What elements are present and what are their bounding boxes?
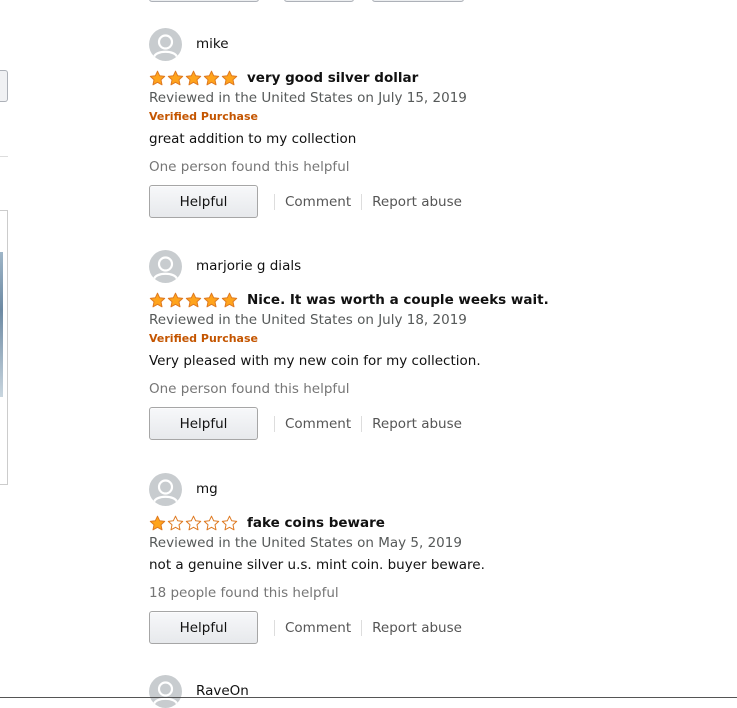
helpful-count: One person found this helpful xyxy=(149,159,350,175)
comment-link[interactable]: Comment xyxy=(275,416,361,432)
top-partial-button-3[interactable] xyxy=(372,0,464,2)
report-abuse-link[interactable]: Report abuse xyxy=(362,194,472,210)
verified-purchase-badge: Verified Purchase xyxy=(149,110,258,123)
review: mike very good silver dollar Reviewed in… xyxy=(149,27,709,218)
review-date: Reviewed in the United States on July 18… xyxy=(149,312,467,328)
reviewer-profile[interactable]: mike xyxy=(149,27,709,61)
star-filled-icon xyxy=(221,292,238,308)
star-empty-icon xyxy=(167,515,184,531)
avatar-icon xyxy=(149,472,182,506)
review-date: Reviewed in the United States on May 5, … xyxy=(149,535,462,551)
review: mg fake coins beware Reviewed in the Uni… xyxy=(149,472,709,644)
reviewer-name: mike xyxy=(196,36,229,52)
star-empty-icon xyxy=(203,515,220,531)
helpful-count: One person found this helpful xyxy=(149,381,350,397)
star-filled-icon xyxy=(203,292,220,308)
review-body: great addition to my collection xyxy=(149,131,357,147)
review-body: not a genuine silver u.s. mint coin. buy… xyxy=(149,557,485,573)
avatar-icon xyxy=(149,674,182,708)
top-partial-button-1[interactable] xyxy=(149,0,259,2)
helpful-button[interactable]: Helpful xyxy=(149,185,258,218)
left-product-image xyxy=(0,252,3,397)
review: RaveOn xyxy=(149,674,709,708)
comment-link[interactable]: Comment xyxy=(275,194,361,210)
review: marjorie g dials Nice. It was worth a co… xyxy=(149,249,709,440)
verified-purchase-badge: Verified Purchase xyxy=(149,332,258,345)
reviewer-profile[interactable]: RaveOn xyxy=(149,674,709,708)
review-date: Reviewed in the United States on July 15… xyxy=(149,90,467,106)
review-title[interactable]: very good silver dollar xyxy=(247,70,418,86)
star-rating xyxy=(149,70,238,86)
report-abuse-link[interactable]: Report abuse xyxy=(362,620,472,636)
star-rating xyxy=(149,515,238,531)
review-body: Very pleased with my new coin for my col… xyxy=(149,353,481,369)
star-filled-icon xyxy=(167,70,184,86)
star-filled-icon xyxy=(203,70,220,86)
star-empty-icon xyxy=(185,515,202,531)
star-filled-icon xyxy=(221,70,238,86)
star-empty-icon xyxy=(221,515,238,531)
star-filled-icon xyxy=(149,70,166,86)
avatar-icon xyxy=(149,27,182,61)
star-rating xyxy=(149,292,238,308)
top-partial-button-2[interactable] xyxy=(284,0,354,2)
reviewer-profile[interactable]: marjorie g dials xyxy=(149,249,709,283)
left-divider xyxy=(0,156,8,157)
helpful-button[interactable]: Helpful xyxy=(149,611,258,644)
report-abuse-link[interactable]: Report abuse xyxy=(362,416,472,432)
star-filled-icon xyxy=(167,292,184,308)
star-filled-icon xyxy=(185,292,202,308)
avatar-icon xyxy=(149,249,182,283)
star-filled-icon xyxy=(149,515,166,531)
reviewer-name: mg xyxy=(196,481,218,497)
star-filled-icon xyxy=(185,70,202,86)
review-title[interactable]: fake coins beware xyxy=(247,515,385,531)
comment-link[interactable]: Comment xyxy=(275,620,361,636)
helpful-count: 18 people found this helpful xyxy=(149,585,339,601)
reviewer-profile[interactable]: mg xyxy=(149,472,709,506)
reviewer-name: marjorie g dials xyxy=(196,258,302,274)
helpful-button[interactable]: Helpful xyxy=(149,407,258,440)
star-filled-icon xyxy=(149,292,166,308)
review-title[interactable]: Nice. It was worth a couple weeks wait. xyxy=(247,292,549,308)
partial-left-button[interactable] xyxy=(0,70,8,102)
